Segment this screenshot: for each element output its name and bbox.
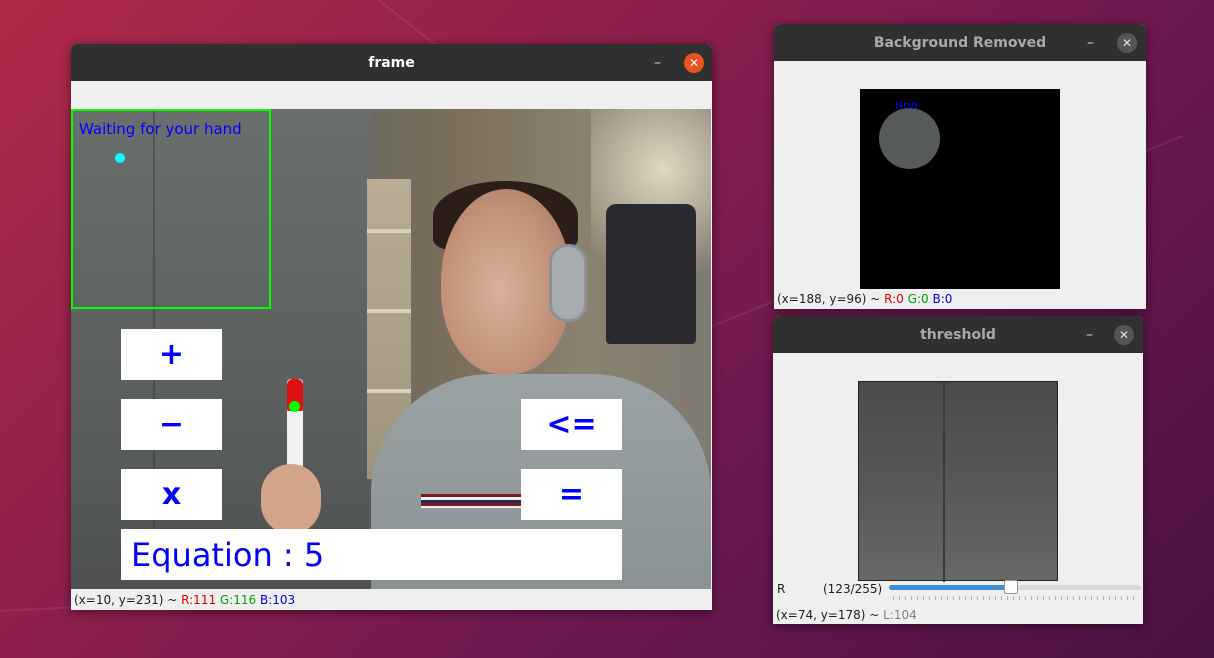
- close-icon[interactable]: ✕: [684, 53, 704, 73]
- cursor-coords: (x=188, y=96) ~: [777, 292, 885, 306]
- window-title: frame: [368, 54, 415, 71]
- minimize-icon[interactable]: –: [1087, 35, 1094, 51]
- threshold-image: [858, 381, 1058, 582]
- operator-multiply[interactable]: x: [121, 469, 222, 520]
- door-edge: [943, 382, 945, 582]
- trackbar-label: R: [777, 582, 786, 596]
- trackbar-value: (123/255): [823, 582, 883, 596]
- shelf-board: [367, 229, 411, 233]
- slider-handle[interactable]: [1003, 580, 1018, 594]
- pixel-red: R:111: [181, 593, 217, 607]
- mask-blob: [879, 108, 940, 169]
- tracking-point: [289, 401, 300, 412]
- bgremoved-status-bar: (x=188, y=96) ~ R:0 G:0 B:0: [777, 292, 952, 306]
- shelf-board: [367, 309, 411, 313]
- pixel-blue: B:0: [932, 292, 953, 306]
- mask-text-fragment: ting: [895, 99, 919, 109]
- pixel-green: G:0: [907, 292, 929, 306]
- pixel-red: R:0: [884, 292, 904, 306]
- camera-feed: Waiting for your hand + − x <= = Equatio…: [71, 109, 711, 589]
- equation-display: Equation : 5: [121, 529, 622, 580]
- cursor-coords: (x=10, y=231) ~: [74, 593, 182, 607]
- operator-minus[interactable]: −: [121, 399, 222, 450]
- threshold-titlebar[interactable]: threshold – ✕: [773, 316, 1143, 353]
- minimize-icon[interactable]: –: [1086, 327, 1093, 343]
- pixel-luminance: L:104: [883, 608, 917, 622]
- background-removed-window: Background Removed – ✕ ting (x=188, y=96…: [774, 24, 1146, 309]
- window-title: threshold: [920, 326, 996, 343]
- slider-ticks: [893, 596, 1139, 600]
- pixel-green: G:116: [219, 593, 257, 607]
- operator-equals[interactable]: =: [521, 469, 622, 520]
- operator-plus[interactable]: +: [121, 329, 222, 380]
- frame-window: frame – ✕ Waiting for your hand + − x <=…: [71, 44, 712, 610]
- shelf-board: [367, 389, 411, 393]
- hanging-jersey: [606, 204, 696, 344]
- frame-titlebar[interactable]: frame – ✕: [71, 44, 712, 81]
- minimize-icon[interactable]: –: [654, 55, 661, 71]
- headphone-cup: [549, 244, 587, 322]
- threshold-window: threshold – ✕ R (123/255) (x=74, y=178) …: [773, 316, 1143, 624]
- close-icon[interactable]: ✕: [1117, 33, 1137, 53]
- close-icon[interactable]: ✕: [1114, 325, 1134, 345]
- roi-status-text: Waiting for your hand: [79, 120, 242, 138]
- slider-fill: [889, 585, 1011, 590]
- person-hand: [261, 464, 321, 534]
- roi-center-dot: [115, 153, 125, 163]
- pixel-blue: B:103: [260, 593, 296, 607]
- frame-status-bar: (x=10, y=231) ~ R:111 G:116 B:103: [74, 593, 295, 607]
- threshold-trackbar: R (123/255): [773, 578, 1143, 604]
- hand-roi-box: [71, 109, 271, 309]
- bgremoved-titlebar[interactable]: Background Removed – ✕: [774, 24, 1146, 61]
- slider-track[interactable]: [889, 580, 1141, 594]
- cursor-coords: (x=74, y=178) ~: [776, 608, 884, 622]
- threshold-status-bar: (x=74, y=178) ~ L:104: [776, 608, 917, 622]
- window-title: Background Removed: [873, 34, 1047, 51]
- operator-backspace[interactable]: <=: [521, 399, 622, 450]
- mask-image: ting: [860, 89, 1060, 289]
